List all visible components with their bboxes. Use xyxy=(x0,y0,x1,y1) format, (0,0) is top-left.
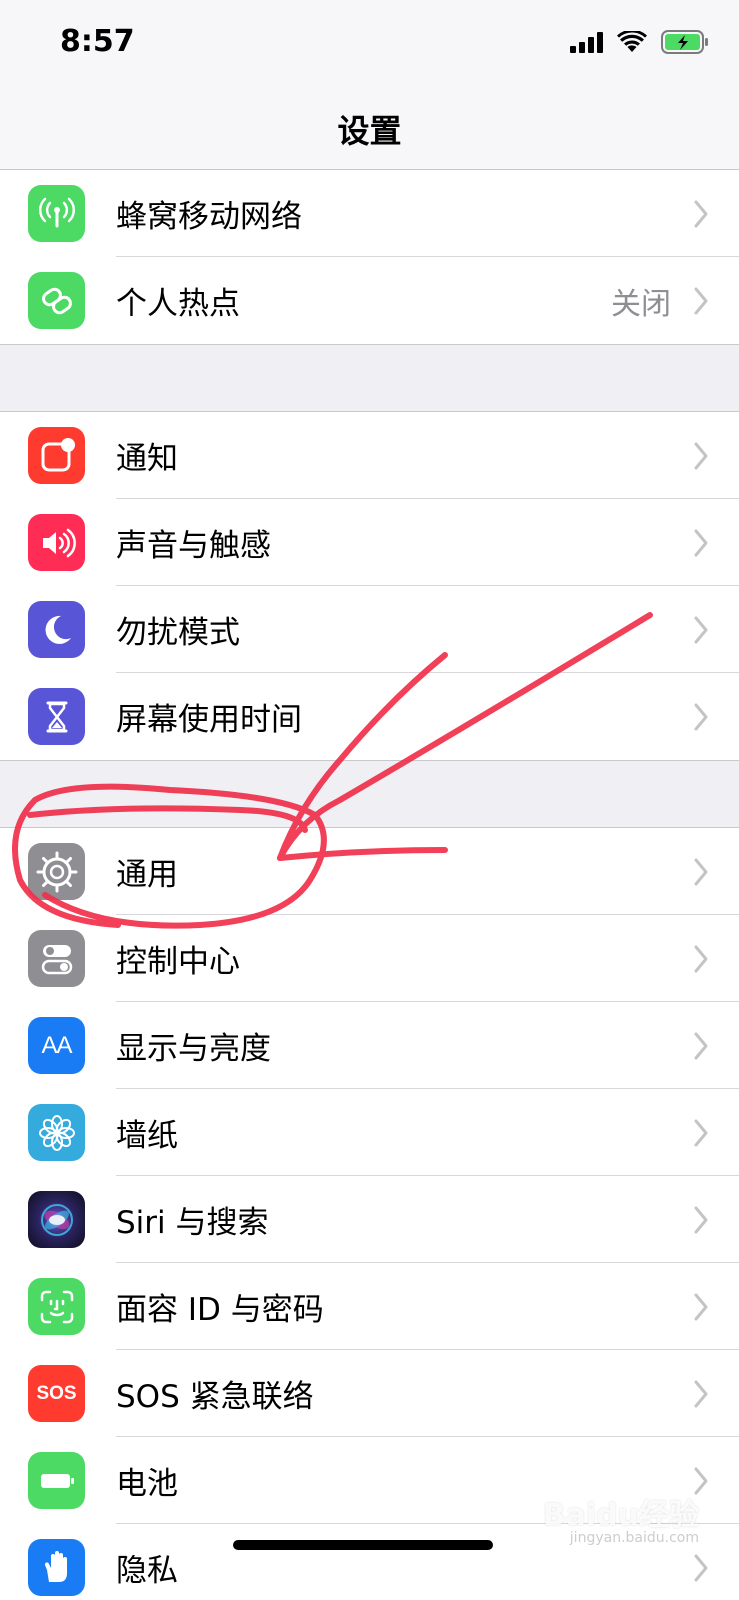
chevron-right-icon xyxy=(694,442,708,469)
group-separator xyxy=(0,344,739,412)
toggles-icon xyxy=(28,930,85,987)
text-size-icon: AA xyxy=(28,1017,85,1074)
settings-list: 蜂窝移动网络 个人热点 关闭 通知 声音与触感 勿扰模式 屏幕使用时间 通用 控… xyxy=(0,170,739,1600)
chevron-right-icon xyxy=(694,1293,708,1320)
sos-icon: SOS xyxy=(28,1365,85,1422)
gear-icon xyxy=(28,843,85,900)
hand-icon xyxy=(28,1539,85,1596)
face-id-icon xyxy=(28,1278,85,1335)
settings-row-label: 显示与亮度 xyxy=(116,1031,271,1067)
settings-row-label: 通用 xyxy=(116,857,178,893)
settings-row-label: SOS 紧急联络 xyxy=(116,1379,314,1415)
chevron-right-icon xyxy=(694,1032,708,1059)
siri-icon xyxy=(28,1191,85,1248)
settings-row-wallpaper[interactable]: 墙纸 xyxy=(0,1089,739,1176)
chevron-right-icon xyxy=(694,616,708,643)
chevron-right-icon xyxy=(694,529,708,556)
wifi-icon xyxy=(617,31,647,52)
settings-row-siri[interactable]: Siri 与搜索 xyxy=(0,1176,739,1263)
chevron-right-icon xyxy=(694,1380,708,1407)
page-title: 设置 xyxy=(337,112,402,150)
settings-row-label: Siri 与搜索 xyxy=(116,1205,269,1241)
chevron-right-icon xyxy=(694,1119,708,1146)
settings-row-label: 个人热点 xyxy=(116,286,240,322)
chevron-right-icon xyxy=(694,287,708,314)
cellular-signal-icon xyxy=(570,31,603,53)
settings-row-label: 墙纸 xyxy=(116,1118,178,1154)
chevron-right-icon xyxy=(694,1554,708,1581)
settings-row-label: 声音与触感 xyxy=(116,528,271,564)
settings-row-control-center[interactable]: 控制中心 xyxy=(0,915,739,1002)
flower-icon xyxy=(28,1104,85,1161)
group-separator xyxy=(0,760,739,828)
settings-row-label: 蜂窝移动网络 xyxy=(116,199,302,235)
settings-row-label: 电池 xyxy=(116,1466,178,1502)
settings-row-hotspot[interactable]: 个人热点 关闭 xyxy=(0,257,739,344)
chevron-right-icon xyxy=(694,200,708,227)
home-indicator[interactable] xyxy=(233,1540,493,1550)
settings-row-general[interactable]: 通用 xyxy=(0,828,739,915)
hourglass-icon xyxy=(28,688,85,745)
settings-row-label: 屏幕使用时间 xyxy=(116,702,302,738)
baidu-watermark: Baidu经验 xyxy=(542,1498,699,1533)
battery-charging-icon xyxy=(661,30,708,54)
settings-row-do-not-disturb[interactable]: 勿扰模式 xyxy=(0,586,739,673)
settings-row-label: 勿扰模式 xyxy=(116,615,240,651)
chevron-right-icon xyxy=(694,1206,708,1233)
settings-row-display[interactable]: AA 显示与亮度 xyxy=(0,1002,739,1089)
status-icons xyxy=(570,30,709,54)
settings-row-screen-time[interactable]: 屏幕使用时间 xyxy=(0,673,739,760)
settings-row-label: 控制中心 xyxy=(116,944,240,980)
battery-icon xyxy=(28,1452,85,1509)
settings-row-sounds[interactable]: 声音与触感 xyxy=(0,499,739,586)
settings-group-network: 蜂窝移动网络 个人热点 关闭 xyxy=(0,170,739,344)
text-size-glyph: AA xyxy=(41,1031,72,1059)
settings-row-sos[interactable]: SOS SOS 紧急联络 xyxy=(0,1350,739,1437)
sos-glyph: SOS xyxy=(36,1382,77,1404)
chevron-right-icon xyxy=(694,703,708,730)
chevron-right-icon xyxy=(694,945,708,972)
hotspot-icon xyxy=(28,272,85,329)
notification-icon xyxy=(28,427,85,484)
settings-row-label: 隐私 xyxy=(116,1553,178,1589)
baidu-watermark-url: jingyan.baidu.com xyxy=(569,1530,699,1546)
speaker-icon xyxy=(28,514,85,571)
settings-row-value: 关闭 xyxy=(611,286,671,322)
settings-group-general: 通用 控制中心 AA 显示与亮度 墙纸 Siri 与搜索 面容 ID 与密码 S… xyxy=(0,828,739,1600)
navigation-bar: 设置 xyxy=(0,90,739,170)
settings-group-alerts: 通知 声音与触感 勿扰模式 屏幕使用时间 xyxy=(0,412,739,760)
settings-row-cellular[interactable]: 蜂窝移动网络 xyxy=(0,170,739,257)
settings-row-face-id[interactable]: 面容 ID 与密码 xyxy=(0,1263,739,1350)
moon-icon xyxy=(28,601,85,658)
settings-row-label: 通知 xyxy=(116,441,178,477)
status-time: 8:57 xyxy=(60,24,135,59)
settings-row-notifications[interactable]: 通知 xyxy=(0,412,739,499)
chevron-right-icon xyxy=(694,858,708,885)
settings-row-label: 面容 ID 与密码 xyxy=(116,1292,324,1328)
antenna-icon xyxy=(28,185,85,242)
status-bar: 8:57 xyxy=(0,0,739,90)
